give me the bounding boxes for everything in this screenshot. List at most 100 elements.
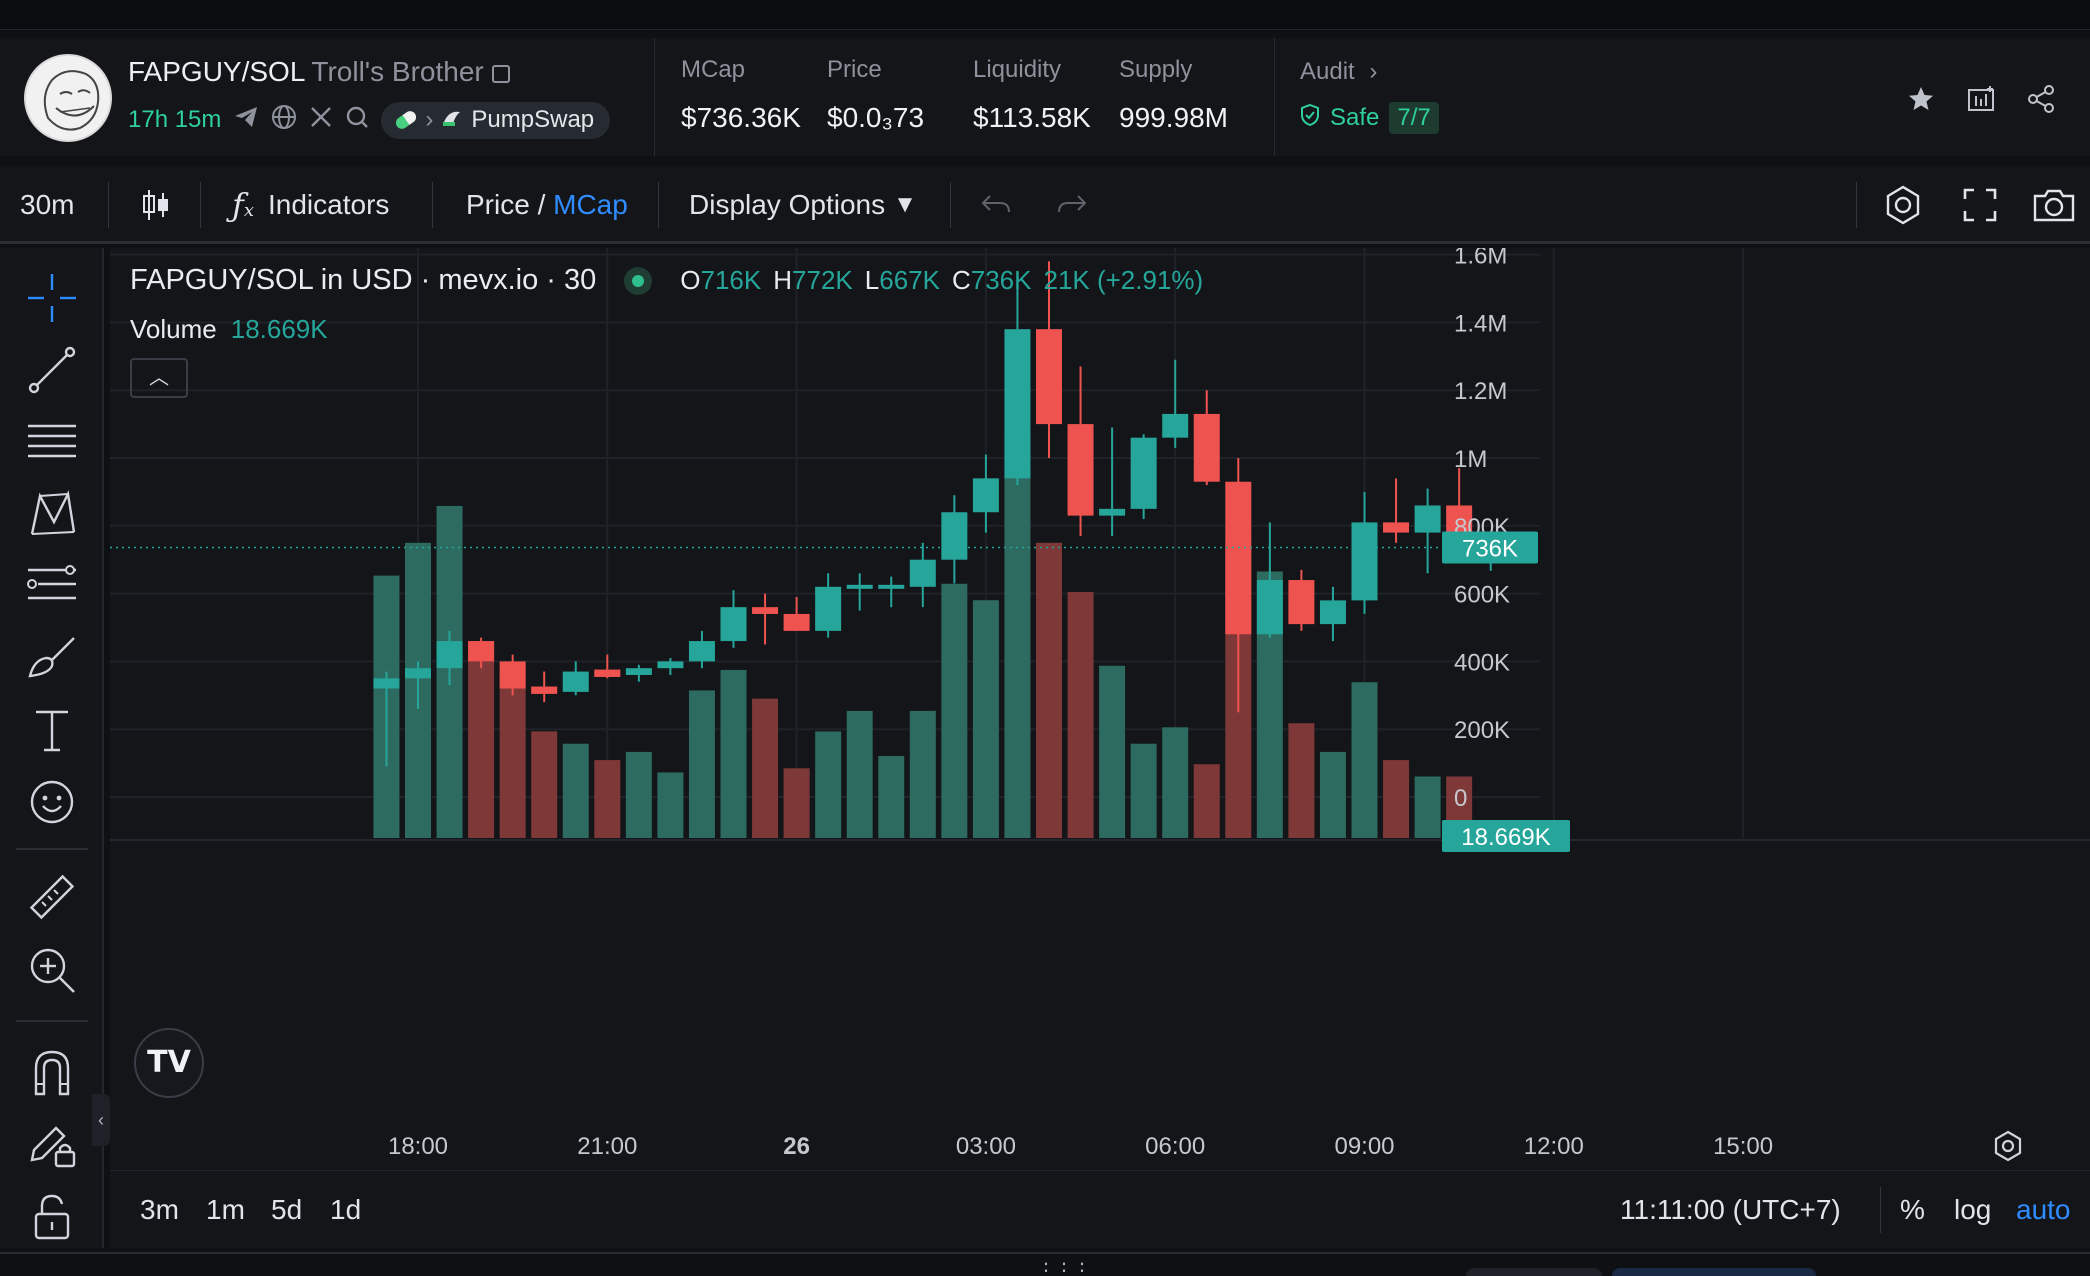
token-name: Troll's Brother — [311, 56, 484, 87]
candle — [720, 590, 747, 648]
y-axis-tick-label: 0 — [1454, 785, 1467, 812]
range-button-3m[interactable]: 3m — [140, 1171, 179, 1249]
panel-collapse-handle[interactable]: ‹ — [92, 1094, 110, 1146]
search-icon[interactable] — [345, 105, 369, 136]
auto-scale-button[interactable]: auto — [2016, 1171, 2071, 1249]
lock-drawing-pencil-icon[interactable] — [24, 1116, 80, 1172]
candle — [909, 542, 936, 608]
candle-body — [499, 661, 526, 689]
settings-icon[interactable] — [1882, 166, 1924, 244]
brush-icon[interactable] — [24, 630, 80, 686]
volume-bar — [657, 772, 684, 838]
share-icon[interactable] — [2026, 84, 2056, 114]
slash-separator: / — [529, 189, 554, 220]
candle-body — [1319, 600, 1346, 625]
text-icon[interactable] — [24, 702, 80, 758]
interval-button[interactable]: 30m — [20, 166, 74, 244]
range-button-1d[interactable]: 1d — [330, 1171, 361, 1249]
x-axis-tick-label: 26 — [783, 1133, 810, 1160]
token-avatar[interactable] — [24, 54, 112, 142]
star-icon[interactable] — [1906, 84, 1936, 114]
toolbar-divider — [108, 182, 109, 228]
tradingview-logo[interactable]: TV — [134, 1028, 204, 1098]
fib-retracement-icon[interactable] — [24, 558, 80, 614]
candle-body — [972, 478, 999, 513]
rail-divider — [16, 848, 88, 850]
legend-close-value: 736K — [970, 265, 1032, 295]
chart-canvas[interactable]: 1.6M1.4M1.2M1M800K600K400K200K018:00 21:0… — [110, 248, 2090, 1170]
x-axis-tick-label: 21:00 — [577, 1133, 637, 1160]
legend-open-value: 716K — [700, 265, 762, 295]
undo-icon[interactable] — [980, 166, 1012, 244]
collapse-legend-button[interactable]: ︿ — [130, 358, 188, 398]
audit-panel[interactable]: Audit › Safe 7/7 — [1300, 58, 1439, 134]
chart-toolbar: 30m ƒx Indicators Price / MCap Display O… — [0, 166, 2090, 244]
candle-body — [1351, 522, 1378, 601]
volume-bar — [1067, 592, 1094, 838]
timezone-clock[interactable]: 11:11:00 (UTC+7) — [1620, 1171, 1841, 1249]
legend-change: 21K (+2.91%) — [1043, 265, 1204, 295]
footer-tab[interactable] — [1612, 1268, 1816, 1276]
resize-grip-icon[interactable]: ⋮⋮⋮ — [1036, 1258, 1092, 1276]
header-divider — [1274, 38, 1275, 156]
price-mcap-toggle[interactable]: Price / MCap — [466, 166, 628, 244]
candle — [1193, 390, 1220, 486]
chart-add-icon[interactable] — [1966, 84, 1996, 114]
x-twitter-icon[interactable] — [309, 105, 333, 136]
trend-line-icon[interactable] — [24, 342, 80, 398]
horizontal-lines-icon[interactable] — [24, 414, 80, 470]
footer-tab[interactable] — [1466, 1268, 1602, 1276]
dex-pill[interactable]: › PumpSwap — [381, 101, 611, 139]
axis-settings-icon[interactable] — [1994, 1130, 2022, 1162]
candle-body — [562, 671, 589, 692]
candle-body — [373, 678, 400, 689]
pattern-icon[interactable] — [24, 486, 80, 542]
redo-icon[interactable] — [1056, 166, 1088, 244]
volume-bar — [1130, 743, 1157, 838]
candle-body — [688, 641, 715, 662]
y-axis-tick-label: 600K — [1454, 582, 1510, 609]
volume-bar — [909, 710, 936, 838]
candles-type-icon[interactable] — [140, 166, 172, 244]
candle-body — [783, 613, 810, 631]
candle-body — [846, 584, 873, 589]
website-icon[interactable] — [271, 104, 297, 137]
unlock-icon[interactable] — [24, 1188, 80, 1244]
y-axis-tick-label: 1M — [1454, 446, 1487, 473]
legend-low-value: 667K — [879, 265, 940, 295]
candle — [625, 664, 652, 682]
display-options-button[interactable]: Display Options ▼ — [689, 166, 917, 244]
stat-label: MCap — [681, 56, 746, 83]
copy-icon[interactable] — [491, 64, 510, 83]
legend-high-value: 772K — [792, 265, 853, 295]
indicators-label: Indicators — [268, 189, 390, 220]
stat-mcap: MCap $736.36K — [681, 56, 801, 134]
range-button-1m[interactable]: 1m — [206, 1171, 245, 1249]
candle-body — [1414, 505, 1441, 533]
telegram-icon[interactable] — [233, 105, 259, 136]
chevron-left-icon: ‹ — [98, 1110, 104, 1130]
candle-body — [1130, 437, 1157, 509]
x-axis-tick-label: 09:00 — [1334, 1133, 1394, 1160]
emoji-icon[interactable] — [24, 774, 80, 830]
log-scale-button[interactable]: log — [1954, 1171, 1991, 1249]
crosshair-icon[interactable] — [24, 270, 80, 326]
footer-strip: ⋮⋮⋮ — [0, 1252, 2090, 1276]
ruler-icon[interactable] — [24, 870, 80, 926]
legend-close-label: C — [951, 265, 971, 295]
volume-bar — [531, 731, 558, 838]
percent-scale-button[interactable]: % — [1900, 1171, 1925, 1249]
toolbar-divider — [200, 182, 201, 228]
range-button-5d[interactable]: 5d — [271, 1171, 302, 1249]
volume-bar — [941, 583, 968, 838]
candle-body — [941, 512, 968, 560]
zoom-in-icon[interactable] — [24, 942, 80, 998]
volume-bar — [1288, 723, 1315, 838]
rail-divider — [16, 1020, 88, 1022]
fullscreen-icon[interactable] — [1962, 166, 1998, 244]
audit-score: 7/7 — [1389, 102, 1439, 134]
magnet-icon[interactable] — [24, 1044, 80, 1100]
camera-icon[interactable] — [2032, 166, 2076, 244]
indicators-button[interactable]: ƒx Indicators — [232, 166, 389, 244]
price-chart[interactable]: 1.6M 1.4M 1.2M 1M 800K 600K 400K 200K 0 18:00 21:0… — [92, 248, 2090, 1248]
